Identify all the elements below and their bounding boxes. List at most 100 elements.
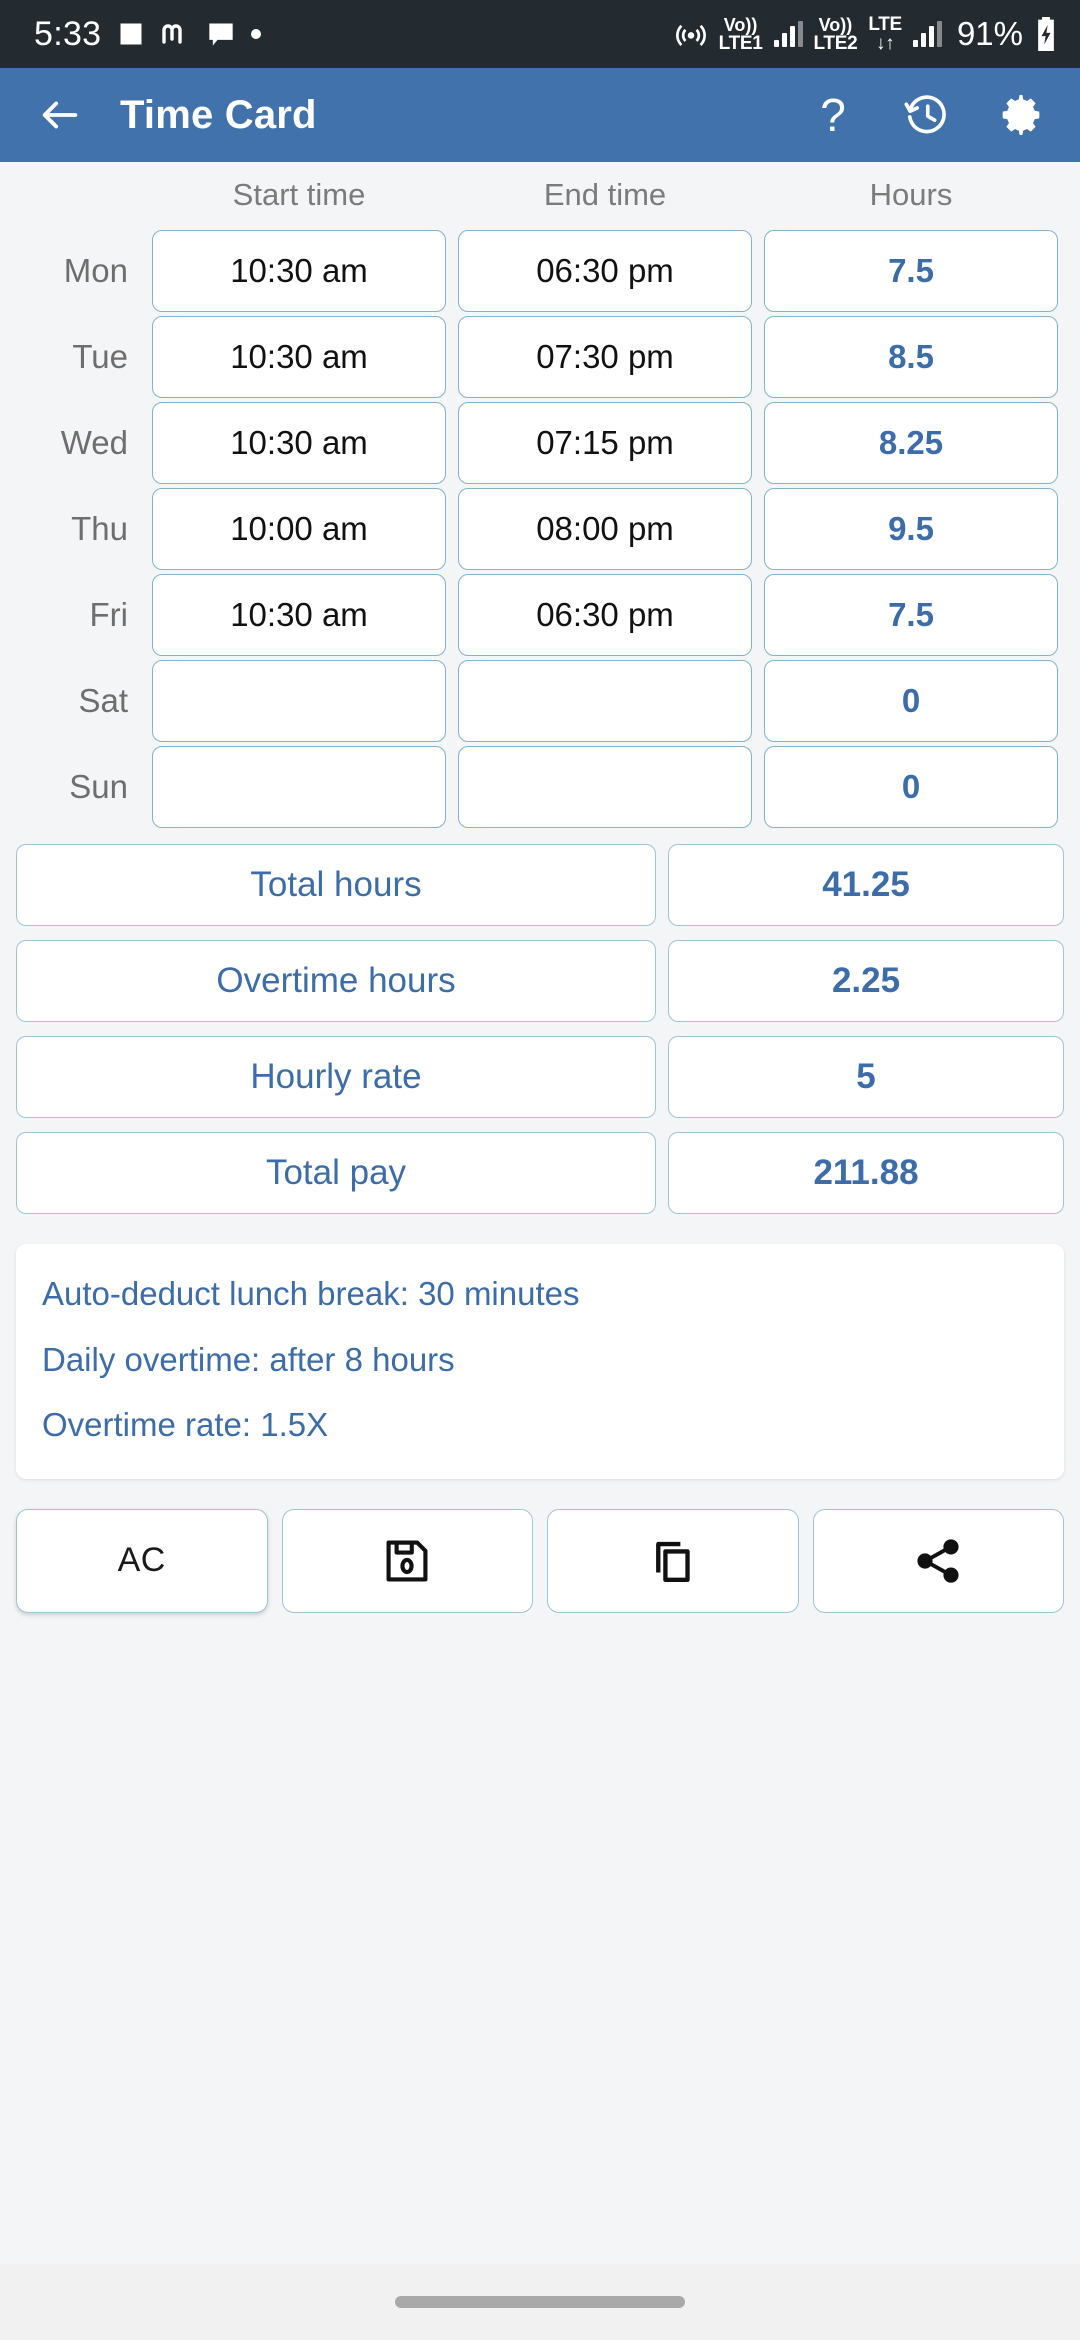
- start-time-input[interactable]: 10:30 am: [152, 316, 446, 398]
- end-time-column-header: End time: [543, 177, 667, 212]
- table-row: Thu 10:00 am 08:00 pm 9.5: [16, 486, 1064, 572]
- settings-info-card[interactable]: Auto-deduct lunch break: 30 minutes Dail…: [16, 1244, 1064, 1479]
- table-row: Sun 0: [16, 744, 1064, 830]
- back-button[interactable]: [24, 79, 96, 151]
- hours-value[interactable]: 8.25: [764, 402, 1058, 484]
- total-hours-value[interactable]: 41.25: [668, 844, 1064, 926]
- end-time-input[interactable]: 07:30 pm: [458, 316, 752, 398]
- hotspot-icon: [674, 17, 708, 51]
- day-label: Wed: [60, 424, 128, 461]
- main-content: Start time End time Hours Mon 10:30 am 0…: [0, 162, 1080, 1613]
- sim2-network-label: LTE ↓↑: [868, 15, 902, 53]
- total-hours-label: Total hours: [16, 844, 656, 926]
- hours-value[interactable]: 7.5: [764, 230, 1058, 312]
- end-time-input[interactable]: 06:30 pm: [458, 230, 752, 312]
- hours-value[interactable]: 8.5: [764, 316, 1058, 398]
- day-label: Sat: [78, 682, 128, 719]
- summary-row-hourly-rate: Hourly rate 5: [16, 1036, 1064, 1118]
- help-icon: ?: [820, 89, 846, 141]
- hours-column-header: Hours: [869, 177, 953, 212]
- action-button-bar: AC: [16, 1508, 1064, 1613]
- m-app-icon: [161, 21, 191, 47]
- table-row: Tue 10:30 am 07:30 pm 8.5: [16, 314, 1064, 400]
- start-time-input[interactable]: [152, 746, 446, 828]
- sim2-signal-bars-icon: [912, 21, 942, 47]
- chat-bubble-icon: [207, 21, 235, 47]
- clear-all-label: AC: [117, 1541, 166, 1580]
- table-row: Mon 10:30 am 06:30 pm 7.5: [16, 228, 1064, 314]
- status-bar-clock: 5:33: [34, 14, 102, 53]
- sim2-volte-bottom: LTE2: [813, 32, 858, 54]
- system-navigation-bar: [0, 2264, 1080, 2340]
- table-row: Wed 10:30 am 07:15 pm 8.25: [16, 400, 1064, 486]
- copy-button[interactable]: [547, 1508, 799, 1613]
- sim2-volte-label: Vo)) LTE2: [814, 16, 858, 53]
- sim2-volte-top: Vo)): [818, 14, 853, 35]
- total-pay-label: Total pay: [16, 1132, 656, 1214]
- hours-value[interactable]: 9.5: [764, 488, 1058, 570]
- image-icon: [117, 20, 145, 48]
- copy-icon: [655, 1541, 690, 1582]
- status-bar-left: 5:33: [34, 14, 262, 54]
- data-transfer-arrows-icon: ↓↑: [875, 33, 895, 54]
- start-time-input[interactable]: 10:30 am: [152, 574, 446, 656]
- start-time-column-header: Start time: [232, 177, 366, 212]
- summary-row-total-pay: Total pay 211.88: [16, 1132, 1064, 1214]
- table-row: Sat 0: [16, 658, 1064, 744]
- summary-row-total-hours: Total hours 41.25: [16, 844, 1064, 926]
- back-arrow-icon: [42, 101, 78, 129]
- info-line-overtime-rate: Overtime rate: 1.5X: [42, 1406, 329, 1444]
- share-icon: [917, 1539, 959, 1583]
- save-button[interactable]: [281, 1508, 533, 1613]
- share-button[interactable]: [812, 1508, 1064, 1613]
- sim2-net-label: LTE: [868, 14, 902, 35]
- battery-percent-label: 91%: [956, 15, 1023, 52]
- summary-row-overtime-hours: Overtime hours 2.25: [16, 940, 1064, 1022]
- end-time-input[interactable]: 07:15 pm: [458, 402, 752, 484]
- help-button[interactable]: ?: [806, 88, 860, 142]
- hourly-rate-label: Hourly rate: [16, 1036, 656, 1118]
- day-label: Mon: [63, 252, 128, 289]
- history-clock-icon: [904, 95, 946, 134]
- end-time-input[interactable]: 08:00 pm: [458, 488, 752, 570]
- end-time-input[interactable]: 06:30 pm: [458, 574, 752, 656]
- end-time-input[interactable]: [458, 746, 752, 828]
- save-floppy-icon: [386, 1540, 428, 1582]
- end-time-input[interactable]: [458, 660, 752, 742]
- start-time-input[interactable]: [152, 660, 446, 742]
- hours-value[interactable]: 0: [764, 660, 1058, 742]
- day-label: Fri: [89, 596, 128, 633]
- sim1-volte-bottom: LTE1: [718, 32, 763, 54]
- table-row: Fri 10:30 am 06:30 pm 7.5: [16, 572, 1064, 658]
- start-time-input[interactable]: 10:00 am: [152, 488, 446, 570]
- app-bar-actions: ?: [806, 88, 1054, 142]
- start-time-input[interactable]: 10:30 am: [152, 230, 446, 312]
- info-line-lunch-break: Auto-deduct lunch break: 30 minutes: [42, 1275, 580, 1312]
- sim1-volte-top: Vo)): [723, 14, 758, 35]
- overtime-hours-value[interactable]: 2.25: [668, 940, 1064, 1022]
- day-label: Thu: [71, 510, 128, 547]
- clear-all-button[interactable]: AC: [16, 1508, 268, 1613]
- dot-icon: [251, 29, 262, 39]
- sim1-signal-bars-icon: [773, 21, 803, 47]
- settings-gear-icon: [1002, 95, 1040, 135]
- battery-charging-icon: [1034, 17, 1058, 51]
- hours-value[interactable]: 7.5: [764, 574, 1058, 656]
- total-pay-value[interactable]: 211.88: [668, 1132, 1064, 1214]
- hourly-rate-input[interactable]: 5: [668, 1036, 1064, 1118]
- table-column-headers: Start time End time Hours: [16, 162, 1064, 228]
- hours-value[interactable]: 0: [764, 746, 1058, 828]
- page-title: Time Card: [120, 92, 317, 137]
- overtime-hours-label: Overtime hours: [16, 940, 656, 1022]
- home-gesture-pill[interactable]: [395, 2296, 685, 2308]
- day-label: Tue: [72, 338, 128, 375]
- app-bar: Time Card ?: [0, 68, 1080, 162]
- sim1-volte-label: Vo)) LTE1: [719, 16, 763, 53]
- history-button[interactable]: [900, 88, 954, 142]
- start-time-input[interactable]: 10:30 am: [152, 402, 446, 484]
- day-label: Sun: [69, 768, 128, 805]
- status-bar-right: Vo)) LTE1 Vo)) LTE2 LTE ↓↑ 91%: [674, 15, 1058, 53]
- status-bar: 5:33 Vo)) LTE1 Vo)) LTE2 LTE ↓↑ 91%: [0, 0, 1080, 68]
- settings-button[interactable]: [994, 88, 1048, 142]
- info-line-daily-overtime: Daily overtime: after 8 hours: [42, 1340, 455, 1378]
